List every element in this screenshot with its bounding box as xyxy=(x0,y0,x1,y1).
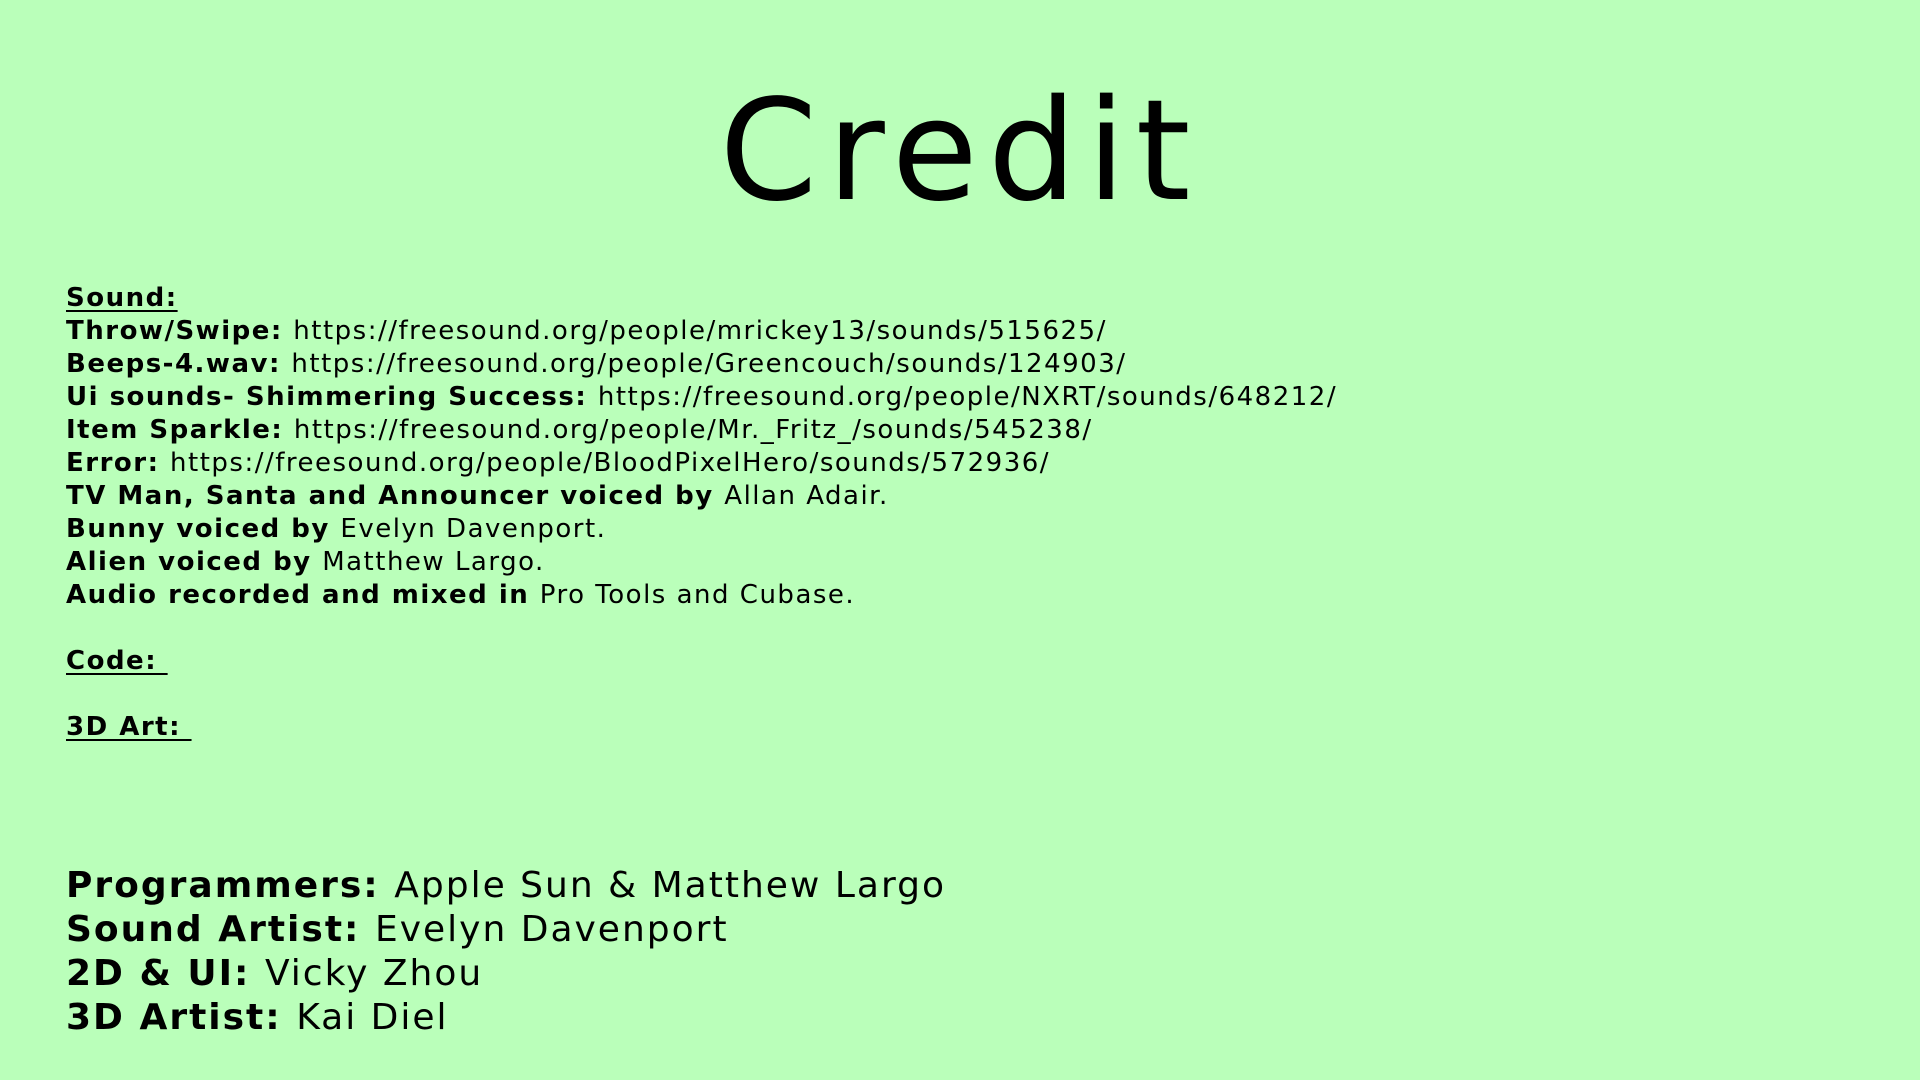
credit-label: Beeps-4.wav: xyxy=(66,349,292,379)
team-line-programmers: Programmers: Apple Sun & Matthew Largo xyxy=(66,864,1846,908)
team-role: Programmers: xyxy=(66,865,395,906)
3d-art-heading: 3D Art: xyxy=(66,712,192,742)
team-member: Kai Diel xyxy=(296,997,449,1038)
credit-value: Pro Tools and Cubase. xyxy=(539,580,856,610)
credits-list: Sound: Throw/Swipe: https://freesound.or… xyxy=(66,282,1846,744)
team-line-2d-ui: 2D & UI: Vicky Zhou xyxy=(66,952,1846,996)
credit-line-throw-swipe: Throw/Swipe: https://freesound.org/peopl… xyxy=(66,315,1846,348)
credit-value: https://freesound.org/people/Greencouch/… xyxy=(291,349,1127,379)
team-list: Programmers: Apple Sun & Matthew Largo S… xyxy=(66,864,1846,1040)
credit-line-item-sparkle: Item Sparkle: https://freesound.org/peop… xyxy=(66,414,1846,447)
team-role: Sound Artist: xyxy=(66,909,375,950)
credit-value: https://freesound.org/people/BloodPixelH… xyxy=(170,448,1051,478)
team-member: Evelyn Davenport xyxy=(374,909,729,950)
credit-label: Audio recorded and mixed in xyxy=(66,580,540,610)
team-role: 3D Artist: xyxy=(66,997,297,1038)
team-line-3d-artist: 3D Artist: Kai Diel xyxy=(66,996,1846,1040)
credit-label: Item Sparkle: xyxy=(66,415,294,445)
credit-label: Alien voiced by xyxy=(66,547,323,577)
credit-label: Bunny voiced by xyxy=(66,514,341,544)
credit-value: https://freesound.org/people/mrickey13/s… xyxy=(293,316,1107,346)
credit-line-shimmering-success: Ui sounds- Shimmering Success: https://f… xyxy=(66,381,1846,414)
credit-value: Evelyn Davenport. xyxy=(340,514,607,544)
credit-line-audio-recorded: Audio recorded and mixed in Pro Tools an… xyxy=(66,579,1846,612)
team-line-sound-artist: Sound Artist: Evelyn Davenport xyxy=(66,908,1846,952)
credit-line-alien: Alien voiced by Matthew Largo. xyxy=(66,546,1846,579)
team-role: 2D & UI: xyxy=(66,953,265,994)
credit-line-bunny: Bunny voiced by Evelyn Davenport. xyxy=(66,513,1846,546)
credit-label: Ui sounds- Shimmering Success: xyxy=(66,382,598,412)
code-heading: Code: xyxy=(66,646,168,676)
credit-line-tv-man: TV Man, Santa and Announcer voiced by Al… xyxy=(66,480,1846,513)
credit-label: TV Man, Santa and Announcer voiced by xyxy=(66,481,725,511)
credit-value: Matthew Largo. xyxy=(322,547,545,577)
team-member: Apple Sun & Matthew Largo xyxy=(394,865,946,906)
credit-value: Allan Adair. xyxy=(724,481,889,511)
credit-line-beeps: Beeps-4.wav: https://freesound.org/peopl… xyxy=(66,348,1846,381)
credit-value: https://freesound.org/people/NXRT/sounds… xyxy=(597,382,1338,412)
sound-heading: Sound: xyxy=(66,283,178,313)
team-member: Vicky Zhou xyxy=(264,953,484,994)
credit-label: Error: xyxy=(66,448,171,478)
credit-value: https://freesound.org/people/Mr._Fritz_/… xyxy=(293,415,1093,445)
credit-line-error: Error: https://freesound.org/people/Bloo… xyxy=(66,447,1846,480)
page-title: Credit xyxy=(719,70,1201,233)
credit-label: Throw/Swipe: xyxy=(66,316,294,346)
